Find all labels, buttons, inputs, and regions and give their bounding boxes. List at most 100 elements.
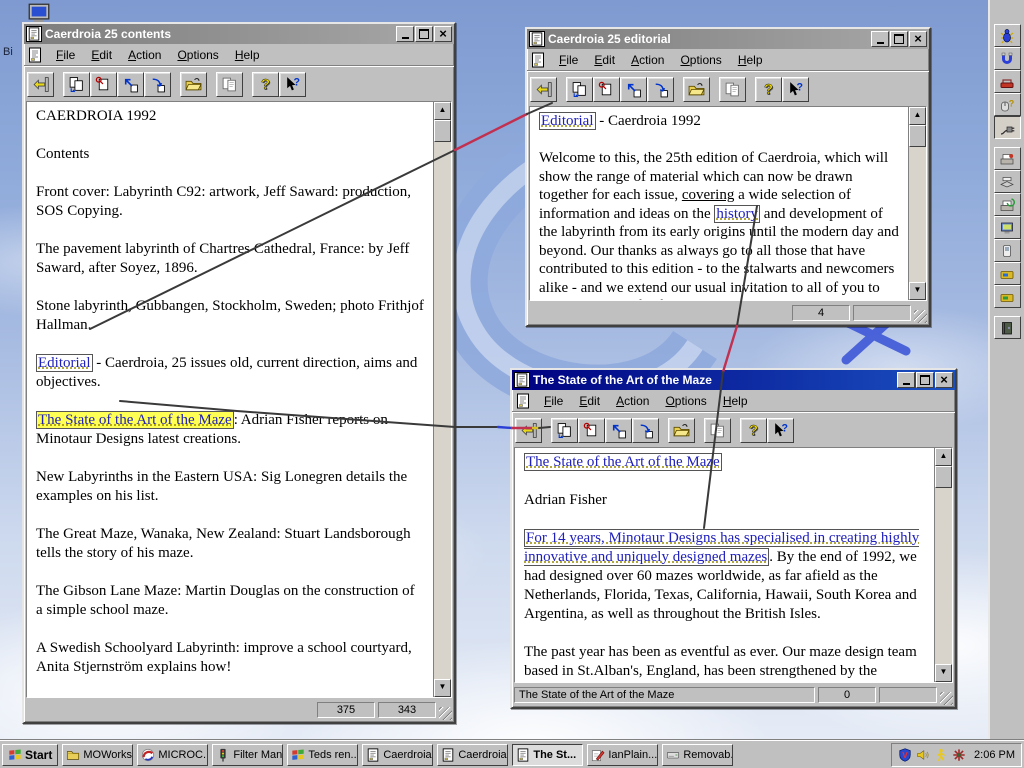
scroll-down-icon[interactable] xyxy=(909,282,926,300)
menu-file[interactable]: File xyxy=(537,392,570,410)
start-button[interactable]: Start xyxy=(2,743,59,766)
taskbar-button-moworks[interactable]: MOWorks xyxy=(62,743,134,766)
title-bar[interactable]: The State of the Art of the Maze xyxy=(512,370,955,390)
menu-edit[interactable]: Edit xyxy=(587,51,622,69)
plug-icon[interactable] xyxy=(993,116,1021,139)
scroll-thumb[interactable] xyxy=(909,125,926,147)
taskbar-button-filter-manager[interactable]: Filter Man... xyxy=(212,743,284,766)
vertical-scrollbar[interactable] xyxy=(934,448,952,682)
minimize-button[interactable] xyxy=(396,26,414,42)
scroll-thumb[interactable] xyxy=(434,120,451,142)
scanner-icon[interactable] xyxy=(993,170,1021,193)
menu-help[interactable]: Help xyxy=(731,51,770,69)
device-cn-icon[interactable] xyxy=(993,262,1021,285)
menu-edit[interactable]: Edit xyxy=(84,46,119,64)
open-folder-icon[interactable] xyxy=(180,71,207,97)
taskbar-button-removable[interactable]: Removab... xyxy=(662,743,734,766)
volume-icon[interactable] xyxy=(916,748,930,762)
copy-icon[interactable] xyxy=(704,417,731,443)
find-pages-icon[interactable] xyxy=(578,417,605,443)
scroll-up-icon[interactable] xyxy=(434,102,451,120)
history-link[interactable]: history xyxy=(714,204,761,223)
mouse-help-icon[interactable] xyxy=(993,93,1021,116)
link-back-icon[interactable] xyxy=(117,71,144,97)
help-icon[interactable] xyxy=(755,76,782,102)
help-icon[interactable] xyxy=(252,71,279,97)
printer-paint-icon[interactable] xyxy=(993,147,1021,170)
close-button[interactable] xyxy=(935,372,953,388)
context-help-icon[interactable] xyxy=(279,71,306,97)
virus-shield-icon[interactable] xyxy=(898,748,912,762)
menu-edit[interactable]: Edit xyxy=(572,392,607,410)
menu-help[interactable]: Help xyxy=(228,46,267,64)
menu-options[interactable]: Options xyxy=(673,51,728,69)
resize-grip[interactable] xyxy=(439,707,452,720)
link-forward-icon[interactable] xyxy=(632,417,659,443)
taskbar-button-caerdroia-2[interactable]: Caerdroia... xyxy=(437,743,509,766)
find-pages-icon[interactable] xyxy=(90,71,117,97)
link-back-icon[interactable] xyxy=(605,417,632,443)
maximize-button[interactable] xyxy=(916,372,934,388)
maximize-button[interactable] xyxy=(415,26,433,42)
exit-door-icon[interactable] xyxy=(515,417,542,443)
scroll-down-icon[interactable] xyxy=(935,664,952,682)
menu-file[interactable]: File xyxy=(552,51,585,69)
vertical-scrollbar[interactable] xyxy=(433,102,451,697)
taskbar-button-caerdroia-1[interactable]: Caerdroia... xyxy=(362,743,434,766)
device-cf-icon[interactable] xyxy=(993,285,1021,308)
copy-icon[interactable] xyxy=(216,71,243,97)
menu-action[interactable]: Action xyxy=(121,46,168,64)
title-bar[interactable]: Caerdroia 25 contents xyxy=(24,24,454,44)
toolbox-icon[interactable] xyxy=(993,70,1021,93)
scroll-down-icon[interactable] xyxy=(434,679,451,697)
editorial-link[interactable]: Editorial xyxy=(539,112,596,130)
open-folder-icon[interactable] xyxy=(668,417,695,443)
accessibility-walker-icon[interactable] xyxy=(934,748,948,762)
maximize-button[interactable] xyxy=(890,31,908,47)
taskbar-button-microc[interactable]: MICROC... xyxy=(137,743,209,766)
vertical-scrollbar[interactable] xyxy=(908,107,926,300)
link-forward-icon[interactable] xyxy=(647,76,674,102)
menu-help[interactable]: Help xyxy=(716,392,755,410)
menu-action[interactable]: Action xyxy=(609,392,656,410)
link-forward-icon[interactable] xyxy=(144,71,171,97)
context-help-icon[interactable] xyxy=(782,76,809,102)
taskbar-button-ianplain[interactable]: IanPlain.... xyxy=(587,743,659,766)
link-back-icon[interactable] xyxy=(620,76,647,102)
exit-door-icon[interactable] xyxy=(530,76,557,102)
minimize-button[interactable] xyxy=(897,372,915,388)
state-of-art-link[interactable]: The State of the Art of the Maze xyxy=(36,411,234,429)
open-folder-icon[interactable] xyxy=(683,76,710,102)
resize-grip[interactable] xyxy=(914,310,927,323)
copy-icon[interactable] xyxy=(719,76,746,102)
editorial-link[interactable]: Editorial xyxy=(36,354,93,372)
copy-pages-icon[interactable] xyxy=(63,71,90,97)
exit-door-icon[interactable] xyxy=(27,71,54,97)
copy-pages-icon[interactable] xyxy=(566,76,593,102)
minimize-button[interactable] xyxy=(871,31,889,47)
menu-file[interactable]: File xyxy=(49,46,82,64)
resize-grip[interactable] xyxy=(940,692,953,705)
handheld-device-icon[interactable] xyxy=(993,239,1021,262)
menu-options[interactable]: Options xyxy=(170,46,225,64)
taskbar-button-teds[interactable]: Teds ren... xyxy=(287,743,359,766)
menu-options[interactable]: Options xyxy=(658,392,713,410)
help-icon[interactable] xyxy=(740,417,767,443)
scroll-track[interactable] xyxy=(935,488,952,664)
bug-icon[interactable] xyxy=(993,24,1021,47)
title-bar[interactable]: Caerdroia 25 editorial xyxy=(527,29,929,49)
find-pages-icon[interactable] xyxy=(593,76,620,102)
scroll-up-icon[interactable] xyxy=(909,107,926,125)
covering-link[interactable]: covering xyxy=(682,187,734,203)
menu-action[interactable]: Action xyxy=(624,51,671,69)
scroll-track[interactable] xyxy=(434,142,451,679)
printer-export-icon[interactable] xyxy=(993,193,1021,216)
monitor-icon[interactable] xyxy=(993,216,1021,239)
scroll-up-icon[interactable] xyxy=(935,448,952,466)
notebook-icon[interactable] xyxy=(993,316,1021,339)
scroll-track[interactable] xyxy=(909,147,926,282)
state-of-art-title-link[interactable]: The State of the Art of the Maze xyxy=(524,453,722,471)
scheduler-flower-icon[interactable] xyxy=(952,748,966,762)
copy-pages-icon[interactable] xyxy=(551,417,578,443)
magnet-icon[interactable] xyxy=(993,47,1021,70)
